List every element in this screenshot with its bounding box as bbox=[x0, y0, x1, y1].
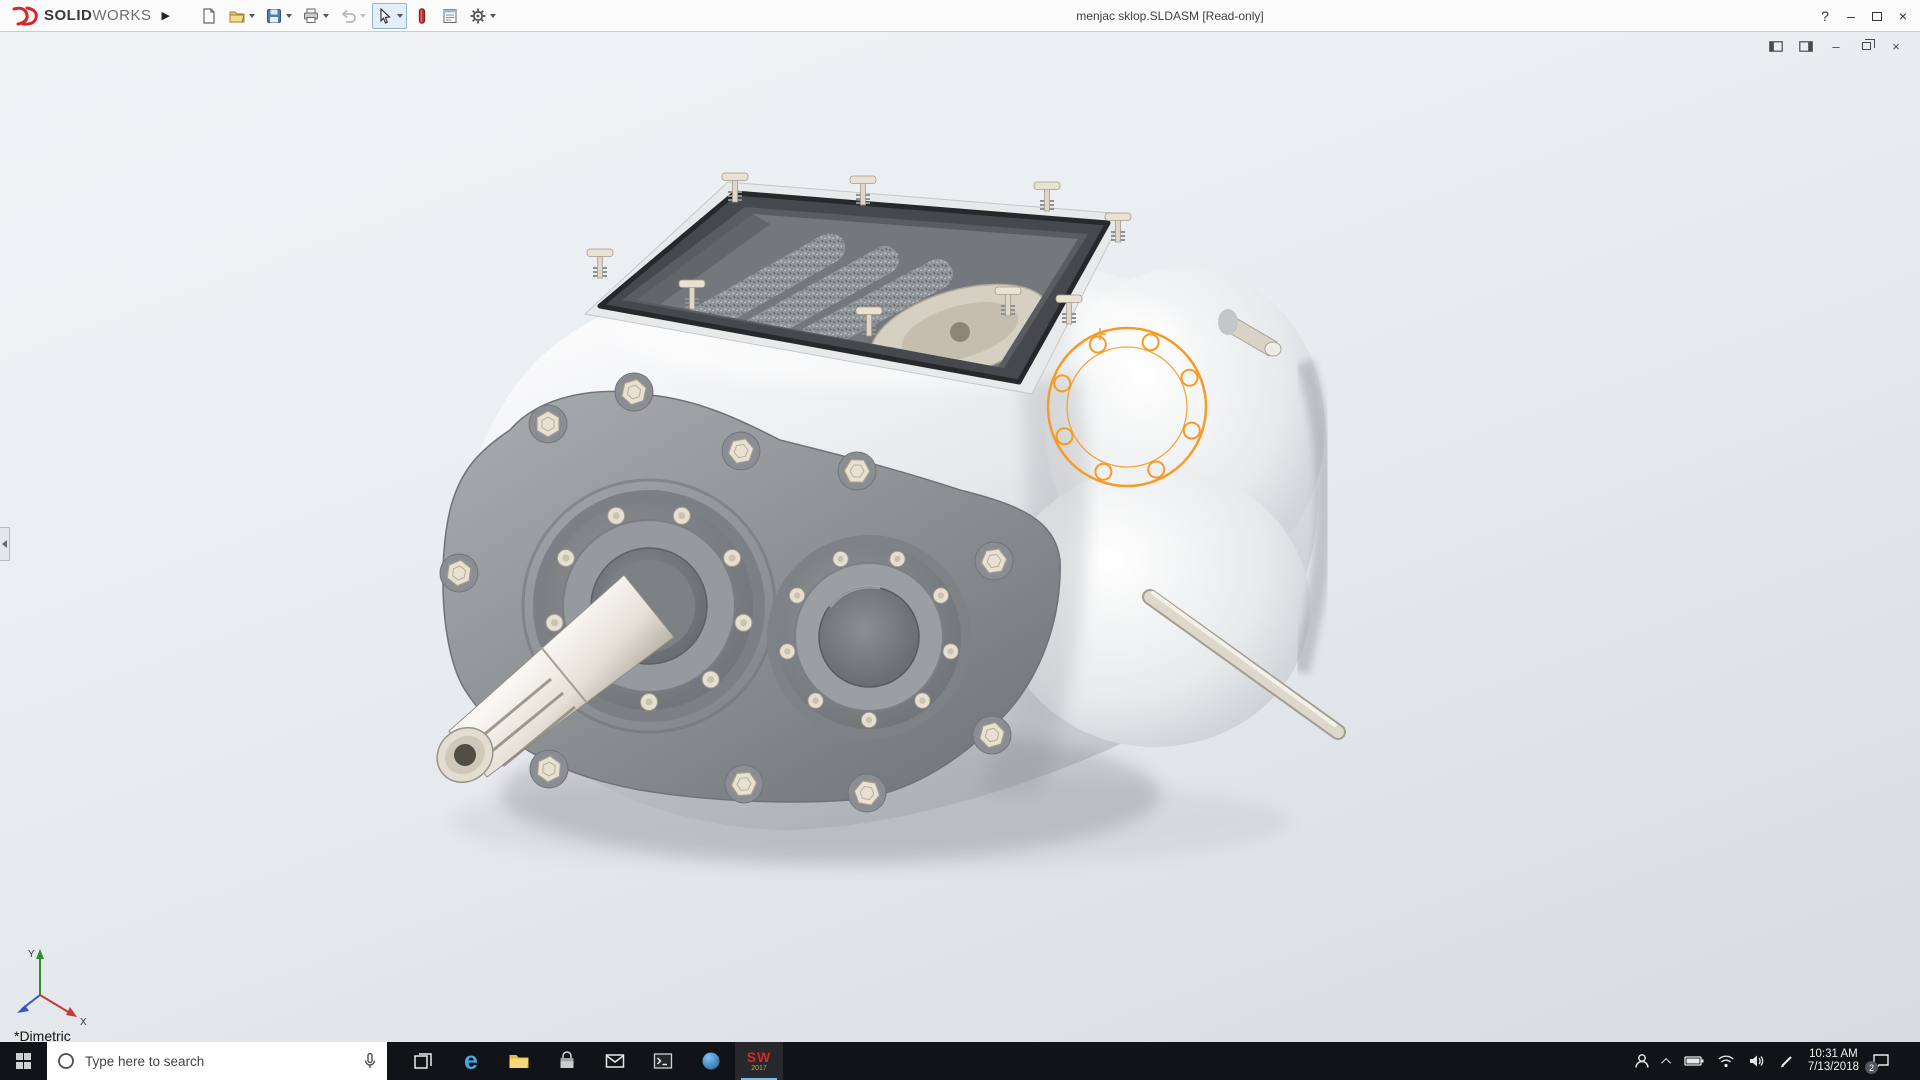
volume-icon[interactable] bbox=[1748, 1054, 1766, 1068]
options-dropdown-caret[interactable] bbox=[490, 14, 496, 18]
start-button[interactable] bbox=[0, 1042, 47, 1080]
file-explorer-icon bbox=[508, 1052, 530, 1070]
microphone-icon[interactable] bbox=[363, 1052, 377, 1070]
system-tray: 10:31 AM 7/13/2018 2 bbox=[1633, 1042, 1920, 1080]
title-bar: SOLIDWORKS ▶ bbox=[0, 0, 1920, 32]
edge-icon: e bbox=[464, 1049, 478, 1074]
cortana-icon bbox=[57, 1052, 75, 1070]
clock-time: 10:31 AM bbox=[1808, 1048, 1859, 1061]
restore-icon bbox=[1862, 42, 1871, 50]
rebuild-icon bbox=[413, 7, 431, 25]
document-close-button[interactable]: × bbox=[1886, 38, 1906, 54]
terminal-icon bbox=[653, 1052, 673, 1070]
bearing-cover-right bbox=[767, 535, 971, 739]
terminal-button[interactable] bbox=[639, 1042, 687, 1080]
search-placeholder: Type here to search bbox=[85, 1054, 353, 1069]
orientation-triad[interactable]: Y X bbox=[8, 937, 98, 1037]
open-button[interactable] bbox=[224, 3, 259, 29]
select-dropdown-caret[interactable] bbox=[397, 14, 403, 18]
document-minimize-button[interactable]: – bbox=[1826, 38, 1846, 54]
undo-icon bbox=[339, 7, 357, 25]
triad-y-label: Y bbox=[28, 949, 35, 960]
open-icon bbox=[228, 7, 246, 25]
taskbar-search[interactable]: Type here to search bbox=[47, 1042, 387, 1080]
store-bag-icon bbox=[557, 1051, 577, 1071]
rebuild-button[interactable] bbox=[409, 3, 435, 29]
triad-x-label: X bbox=[80, 1017, 87, 1028]
solidworks-app-icon: SW 2017 bbox=[747, 1050, 772, 1072]
file-explorer-button[interactable] bbox=[495, 1042, 543, 1080]
print-dropdown-caret[interactable] bbox=[323, 14, 329, 18]
undo-button[interactable] bbox=[335, 3, 370, 29]
maximize-icon bbox=[1872, 12, 1882, 21]
brand-text-bold: SOLID bbox=[44, 7, 92, 24]
save-icon bbox=[265, 7, 283, 25]
dock-pane-left-button[interactable] bbox=[1766, 38, 1786, 54]
taskbar-apps: e bbox=[399, 1042, 783, 1080]
task-view-icon bbox=[413, 1051, 433, 1071]
dock-pane-right-button[interactable] bbox=[1796, 38, 1816, 54]
gearbox-model bbox=[426, 173, 1338, 870]
collapse-arrow-icon bbox=[2, 540, 7, 548]
mail-button[interactable] bbox=[591, 1042, 639, 1080]
graphics-viewport[interactable]: – × Y X *Dimetric bbox=[0, 32, 1920, 1042]
brand-text-light: WORKS bbox=[92, 7, 151, 24]
app-icon bbox=[701, 1051, 721, 1071]
dock-pane-right-icon bbox=[1799, 41, 1813, 52]
options-button[interactable] bbox=[465, 3, 500, 29]
taskbar-clock[interactable]: 10:31 AM 7/13/2018 bbox=[1808, 1048, 1859, 1074]
file-properties-icon bbox=[441, 7, 459, 25]
select-button[interactable] bbox=[372, 3, 407, 29]
feature-panel-collapse-tab[interactable] bbox=[0, 527, 10, 561]
clock-date: 7/13/2018 bbox=[1808, 1061, 1859, 1074]
document-restore-button[interactable] bbox=[1856, 38, 1876, 54]
new-document-button[interactable] bbox=[196, 3, 222, 29]
maximize-button[interactable] bbox=[1864, 3, 1890, 29]
help-button[interactable]: ? bbox=[1812, 3, 1838, 29]
solidworks-taskbar-button[interactable]: SW 2017 bbox=[735, 1042, 783, 1080]
undo-dropdown-caret[interactable] bbox=[360, 14, 366, 18]
print-icon bbox=[302, 7, 320, 25]
toolbar-flyout-arrow[interactable]: ▶ bbox=[162, 9, 170, 22]
quick-access-toolbar bbox=[196, 3, 500, 29]
solidworks-logo-icon bbox=[10, 6, 40, 26]
windows-logo-icon bbox=[16, 1053, 32, 1069]
edge-button[interactable]: e bbox=[447, 1042, 495, 1080]
select-cursor-icon bbox=[376, 7, 394, 25]
app-button[interactable] bbox=[687, 1042, 735, 1080]
window-title: menjac sklop.SLDASM [Read-only] bbox=[1000, 9, 1340, 23]
save-button[interactable] bbox=[261, 3, 296, 29]
windows-taskbar: Type here to search e bbox=[0, 1042, 1920, 1080]
print-button[interactable] bbox=[298, 3, 333, 29]
dock-pane-left-icon bbox=[1769, 41, 1783, 52]
document-window-controls: – × bbox=[1766, 38, 1906, 54]
mail-icon bbox=[605, 1053, 625, 1069]
solidworks-brand: SOLIDWORKS bbox=[10, 6, 152, 26]
save-dropdown-caret[interactable] bbox=[286, 14, 292, 18]
pen-icon[interactable] bbox=[1779, 1053, 1795, 1069]
battery-icon[interactable] bbox=[1684, 1055, 1704, 1067]
notification-badge: 2 bbox=[1865, 1061, 1878, 1074]
hidden-icons-chevron[interactable] bbox=[1661, 1057, 1671, 1067]
model-canvas[interactable] bbox=[0, 32, 1920, 1042]
close-button[interactable]: × bbox=[1890, 3, 1916, 29]
action-center-button[interactable]: 2 bbox=[1872, 1053, 1890, 1069]
file-properties-button[interactable] bbox=[437, 3, 463, 29]
minimize-button[interactable]: – bbox=[1838, 3, 1864, 29]
people-icon[interactable] bbox=[1633, 1052, 1651, 1070]
network-wifi-icon[interactable] bbox=[1717, 1054, 1735, 1068]
window-controls: ? – × bbox=[1812, 0, 1916, 32]
store-button[interactable] bbox=[543, 1042, 591, 1080]
task-view-button[interactable] bbox=[399, 1042, 447, 1080]
options-gear-icon bbox=[469, 7, 487, 25]
open-dropdown-caret[interactable] bbox=[249, 14, 255, 18]
new-document-icon bbox=[200, 7, 218, 25]
view-orientation-label: *Dimetric bbox=[14, 1028, 71, 1042]
